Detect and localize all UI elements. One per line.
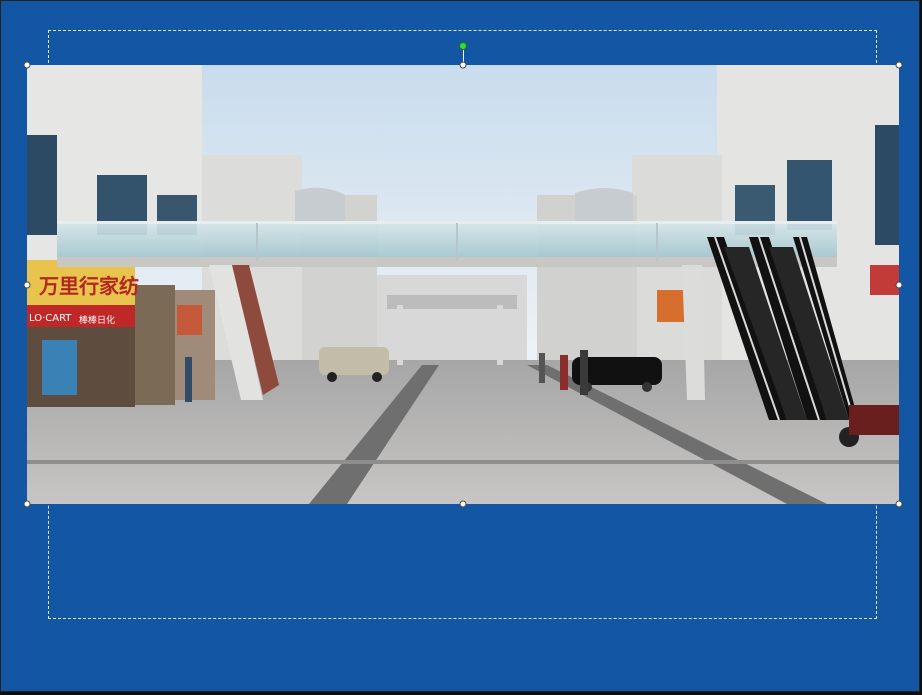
resize-handle-bottom[interactable] [459,500,467,508]
slide-canvas[interactable]: 万里行家纺 LO·CART 棒棒日化 [0,0,920,692]
resize-handle-top-right[interactable] [895,61,903,69]
resize-handle-top-left[interactable] [23,61,31,69]
shop-sign-main: 万里行家纺 [38,274,139,298]
resize-handle-bottom-right[interactable] [895,500,903,508]
rotation-handle[interactable] [459,42,467,50]
paving-line [27,460,899,464]
resize-handle-bottom-left[interactable] [23,500,31,508]
resize-handle-right[interactable] [895,281,903,289]
shop-sign-small: 棒棒日化 [79,314,115,326]
selected-picture[interactable]: 万里行家纺 LO·CART 棒棒日化 [27,65,899,504]
resize-handle-top[interactable] [459,61,467,69]
resize-handle-left[interactable] [23,281,31,289]
shop-sign-left: LO·CART [29,313,72,324]
street-photo: 万里行家纺 LO·CART 棒棒日化 [27,65,899,504]
